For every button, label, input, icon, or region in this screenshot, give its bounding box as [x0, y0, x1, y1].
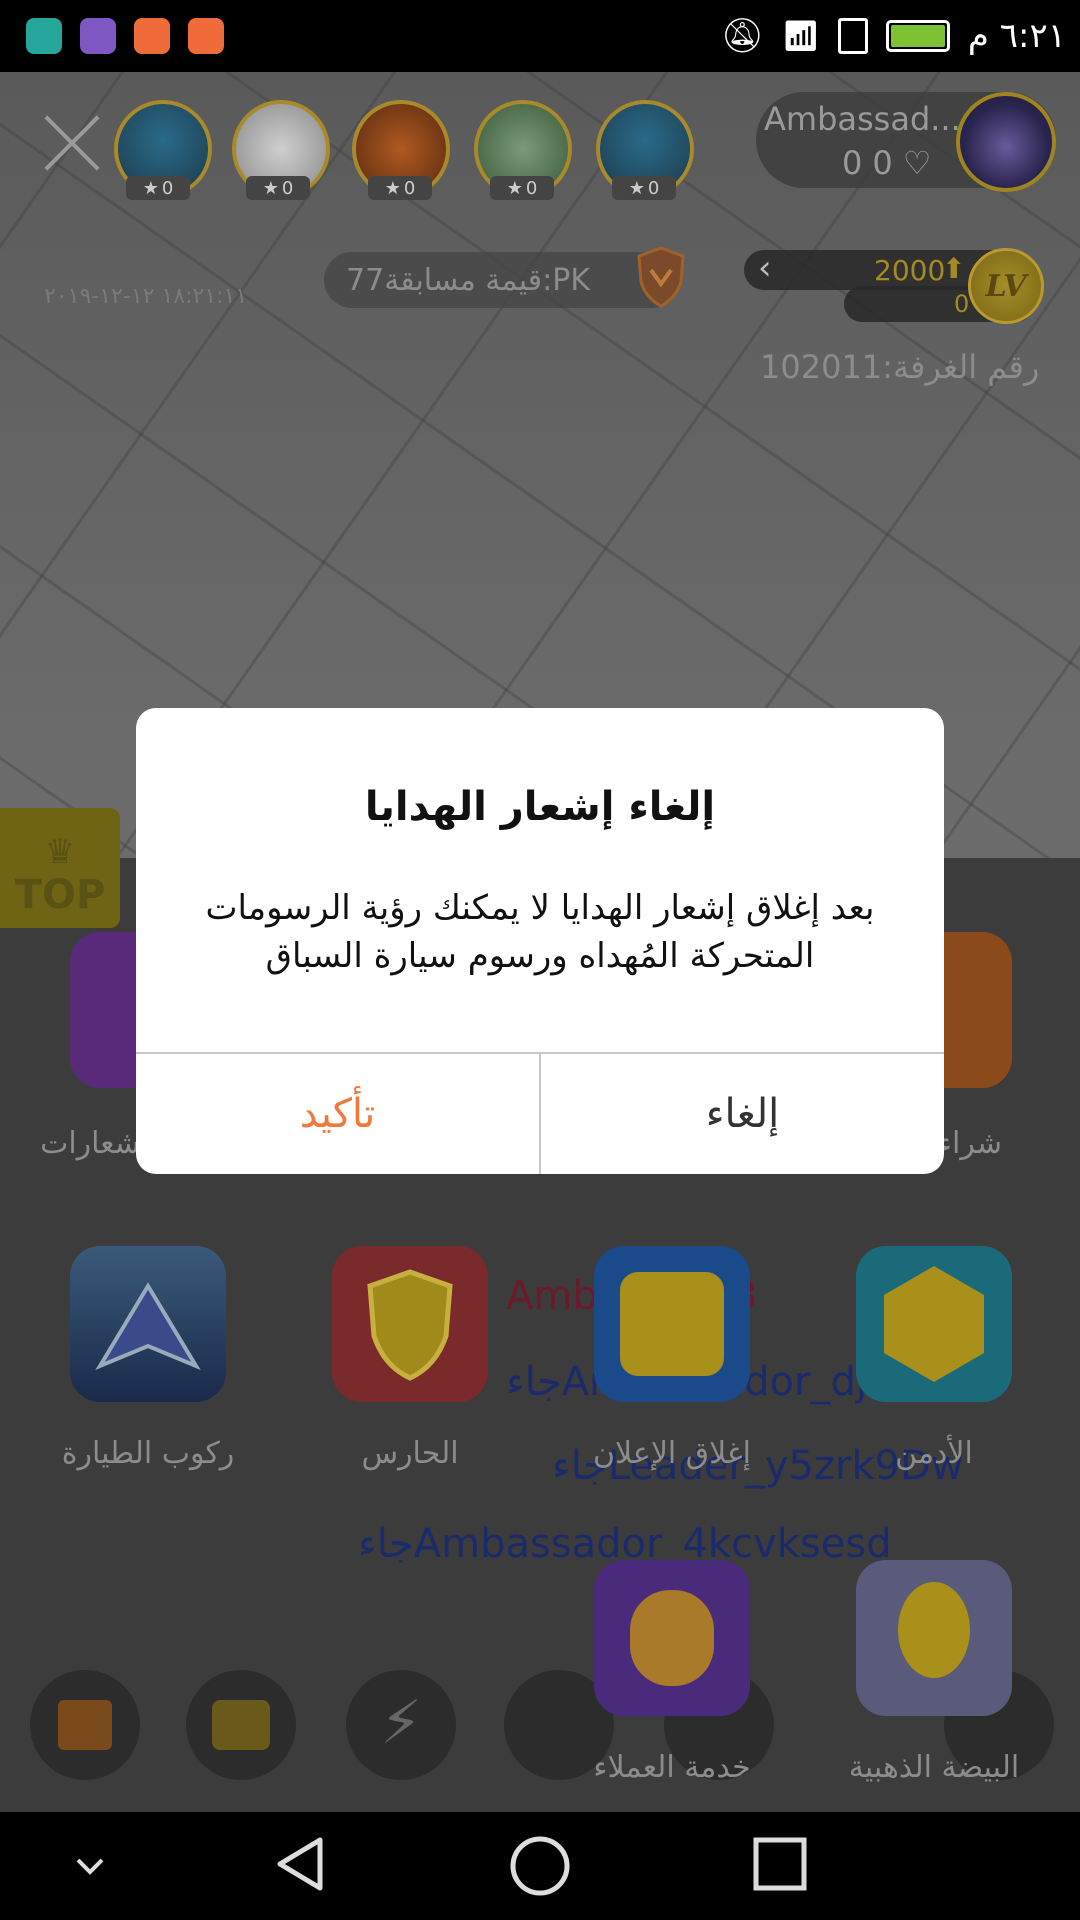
music-icon — [134, 18, 170, 54]
arrow-up-icon: ⬆ — [942, 252, 966, 285]
battery-icon — [885, 20, 950, 52]
shield-icon — [637, 246, 685, 308]
chevron-left-icon[interactable]: ‹ — [758, 248, 772, 288]
confirm-button[interactable]: تأكيد — [136, 1054, 539, 1174]
viewer-badge: ★ 0 — [490, 176, 554, 200]
dialog-message: بعد إغلاق إشعار الهدايا لا يمكنك رؤية ال… — [205, 888, 875, 976]
chevron-down-icon[interactable] — [72, 1850, 108, 1880]
close-icon[interactable] — [40, 112, 102, 174]
level-value: 2000 — [874, 254, 946, 287]
navigation-bar — [0, 1812, 1080, 1920]
treasure-chest-icon[interactable] — [186, 1670, 296, 1780]
music-icon — [188, 18, 224, 54]
gift-icon[interactable] — [30, 1670, 140, 1780]
date-text: ١٨:٢١:١١ ١٢-١٢-٢٠١٩ — [44, 284, 248, 309]
level-sub-value: 0 — [954, 290, 970, 318]
admin-app-icon[interactable] — [856, 1246, 1012, 1402]
pk-value-pill[interactable]: قيمة مسابقة77:PK — [324, 252, 680, 308]
close-ads-label: إغلاق الإعلان — [592, 1436, 751, 1471]
lightning-icon[interactable]: ⚡︎ — [346, 1670, 456, 1780]
golden-egg-label: البيضة الذهبية — [848, 1750, 1020, 1785]
wifi-icon: 📶︎ — [781, 18, 820, 54]
gallery-icon — [80, 18, 116, 54]
heart-icon: ♡ — [902, 144, 932, 182]
recents-icon[interactable] — [752, 1836, 808, 1892]
viewer-badge: ★ 0 — [612, 176, 676, 200]
admin-label: الأدمن — [895, 1436, 973, 1471]
android-icon — [26, 18, 62, 54]
back-icon[interactable] — [270, 1834, 330, 1894]
close-ads-app-icon[interactable] — [594, 1246, 750, 1402]
level-badge: LV — [968, 248, 1044, 324]
top-badge[interactable]: ♛ TOP — [0, 808, 120, 928]
level-pill[interactable]: ‹ 2000 ⬆ 0 LV — [744, 248, 1044, 324]
room-number: رقم الغرفة:102011 — [760, 348, 1040, 386]
status-bar: 🔕︎ 📶︎ ٦:٢١ م — [0, 0, 1080, 72]
home-icon[interactable] — [508, 1834, 572, 1898]
dialog-title: إلغاء إشعار الهدايا — [364, 784, 716, 830]
cancel-button[interactable]: إلغاء — [541, 1054, 944, 1174]
viewer-badge: ★ 0 — [246, 176, 310, 200]
owner-avatar[interactable] — [956, 92, 1056, 192]
crown-icon: ♛ — [44, 832, 76, 872]
customer-service-label: خدمة العملاء — [593, 1750, 751, 1785]
customer-service-app-icon[interactable] — [594, 1560, 750, 1716]
sim-icon — [837, 18, 868, 54]
pk-value-text: قيمة مسابقة77:PK — [346, 262, 591, 298]
plane-label: ركوب الطيارة — [61, 1436, 235, 1471]
viewer-badge: ★ 0 — [368, 176, 432, 200]
mute-icon: 🔕︎ — [720, 16, 764, 56]
guardian-app-icon[interactable] — [332, 1246, 488, 1402]
plane-app-icon[interactable] — [70, 1246, 226, 1402]
owner-stats: 0 0 ♡ — [842, 144, 932, 182]
viewer-badge: ★ 0 — [126, 176, 190, 200]
gift-notification-dialog: إلغاء إشعار الهدايا بعد إغلاق إشعار الهد… — [136, 708, 944, 1174]
guardian-label: الحارس — [361, 1436, 459, 1471]
golden-egg-app-icon[interactable] — [856, 1560, 1012, 1716]
clock: ٦:٢١ م — [967, 16, 1066, 56]
room-owner-pill[interactable]: Ambassad... 0 0 ♡ — [756, 92, 1056, 192]
owner-name: Ambassad... — [764, 100, 961, 138]
